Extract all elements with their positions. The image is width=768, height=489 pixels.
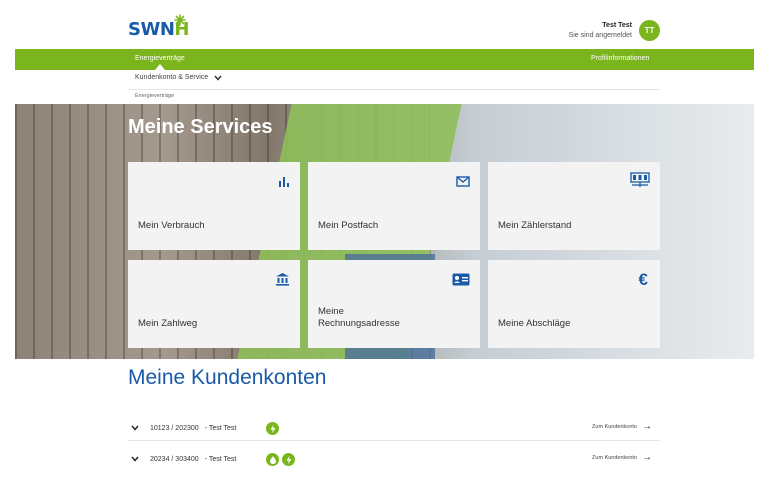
nav-profilinformationen[interactable]: Profilinformationen — [591, 55, 649, 62]
tile-label: Meine Rechnungsadresse — [318, 306, 400, 329]
user-info: Test Test Sie sind angemeldet — [569, 21, 632, 41]
tile-label: Mein Zählerstand — [498, 220, 572, 231]
account-holder: - Test Test — [204, 424, 237, 432]
tile-abschlaege[interactable]: € Meine Abschläge — [488, 260, 660, 348]
services-hero: Meine Services Mein Verbrauch Mein Postf… — [15, 104, 754, 359]
account-row[interactable]: 10123 / 202300 - Test Test Zum Kundenkon… — [128, 418, 660, 438]
electricity-icon — [266, 422, 279, 435]
mail-icon — [456, 176, 470, 187]
main-nav: Energieverträge Profilinformationen — [15, 49, 754, 70]
arrow-right-icon: → — [642, 452, 652, 463]
nav-energievertraege[interactable]: Energieverträge — [135, 55, 185, 62]
bank-icon — [276, 273, 289, 286]
chevron-down-icon[interactable] — [128, 425, 142, 431]
breadcrumb[interactable]: Energieverträge — [135, 93, 174, 99]
account-row[interactable]: 20234 / 303400 - Test Test Zum Kundenkon… — [128, 449, 660, 469]
row-divider — [128, 440, 660, 441]
euro-icon: € — [638, 270, 648, 289]
avatar[interactable]: TT — [639, 20, 660, 41]
id-card-icon — [452, 273, 470, 286]
contract-badges — [266, 422, 279, 435]
account-link-label: Zum Kundenkonto — [592, 455, 637, 461]
tile-label: Meine Abschläge — [498, 318, 571, 329]
tile-postfach[interactable]: Mein Postfach — [308, 162, 480, 250]
tile-label: Mein Postfach — [318, 220, 379, 231]
user-status: Sie sind angemeldet — [568, 32, 632, 39]
account-link-label: Zum Kundenkonto — [592, 424, 637, 430]
tile-rechnungsadresse[interactable]: Meine Rechnungsadresse — [308, 260, 480, 348]
chevron-down-icon[interactable] — [128, 456, 142, 462]
header: SWNH Test Test Sie sind angemeldet TT — [0, 0, 768, 48]
logo-star-icon — [174, 14, 186, 26]
meter-icon — [630, 172, 650, 187]
account-holder: - Test Test — [204, 455, 237, 463]
bar-chart-icon — [279, 177, 289, 187]
tile-label: Mein Verbrauch — [138, 220, 205, 231]
chevron-down-icon — [214, 75, 222, 81]
user-name: Test Test — [602, 22, 632, 29]
arrow-right-icon: → — [642, 421, 652, 432]
nav-active-caret — [155, 64, 165, 70]
tile-zahlweg[interactable]: Mein Zahlweg — [128, 260, 300, 348]
contract-badges — [266, 453, 295, 466]
accounts-heading: Meine Kundenkonten — [128, 366, 327, 389]
tile-zaehlerstand[interactable]: Mein Zählerstand — [488, 162, 660, 250]
page-title: Meine Services — [128, 116, 273, 138]
account-service-dropdown[interactable]: Kundenkonto & Service — [135, 74, 222, 81]
tile-verbrauch[interactable]: Mein Verbrauch — [128, 162, 300, 250]
account-number: 10123 / 202300 — [150, 424, 199, 432]
account-link[interactable]: Zum Kundenkonto → — [592, 421, 652, 432]
account-link[interactable]: Zum Kundenkonto → — [592, 452, 652, 463]
account-number: 20234 / 303400 — [150, 455, 199, 463]
dropdown-label: Kundenkonto & Service — [135, 74, 209, 81]
tile-label: Mein Zahlweg — [138, 318, 198, 329]
electricity-icon — [282, 453, 295, 466]
gas-icon — [266, 453, 279, 466]
divider — [128, 89, 660, 90]
